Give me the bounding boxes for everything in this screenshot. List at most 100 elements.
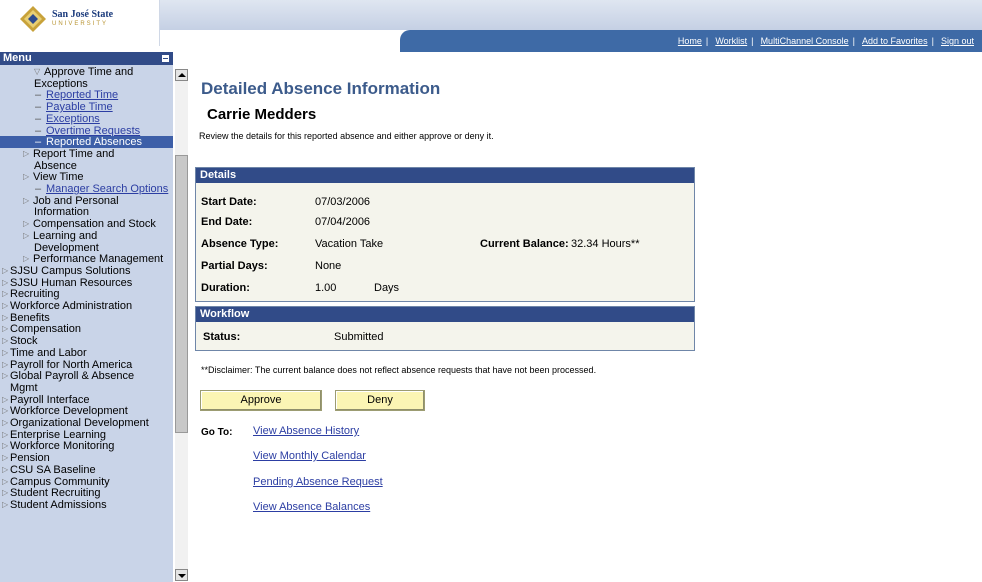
main-content: Detailed Absence Information Carrie Medd… bbox=[190, 52, 982, 582]
view-monthly-calendar-link[interactable]: View Monthly Calendar bbox=[253, 450, 366, 462]
collapsed-triangle-icon[interactable]: ▷ bbox=[2, 440, 8, 452]
scroll-down-arrow-icon[interactable] bbox=[175, 569, 188, 581]
collapsed-triangle-icon[interactable]: ▷ bbox=[2, 452, 8, 464]
sidebar-item: Information bbox=[0, 206, 173, 218]
sidebar-item[interactable]: ▷ Enterprise Learning bbox=[0, 429, 173, 441]
sidebar-item[interactable]: ▷ Stock bbox=[0, 335, 173, 347]
sidebar-item[interactable]: ▷ Recruiting bbox=[0, 288, 173, 300]
sidebar-item-label: Information bbox=[34, 206, 90, 219]
sidebar-item-label: Job and Personal bbox=[33, 194, 119, 207]
sidebar-item[interactable]: ▷ Learning and bbox=[0, 230, 173, 242]
sidebar-item[interactable]: ▷ Compensation bbox=[0, 323, 173, 335]
sidebar-item[interactable]: – Reported Absences bbox=[0, 136, 173, 148]
deny-button[interactable]: Deny bbox=[335, 390, 425, 411]
expanded-triangle-icon[interactable]: ▽ bbox=[34, 66, 40, 78]
details-heading: Details bbox=[196, 168, 694, 183]
collapsed-triangle-icon[interactable]: ▷ bbox=[2, 464, 8, 476]
university-logo[interactable]: San José State UNIVERSITY bbox=[0, 0, 160, 46]
sidebar-item[interactable]: ▷ Pension bbox=[0, 452, 173, 464]
sidebar-item[interactable]: ▷ Workforce Monitoring bbox=[0, 440, 173, 452]
sidebar-item[interactable]: ▷ Report Time and bbox=[0, 148, 173, 160]
collapsed-triangle-icon[interactable]: ▷ bbox=[2, 277, 8, 289]
sidebar-item[interactable]: ▷ Workforce Development bbox=[0, 405, 173, 417]
sidebar-item[interactable]: ▷ Organizational Development bbox=[0, 417, 173, 429]
sidebar-item[interactable]: ▷ SJSU Campus Solutions bbox=[0, 265, 173, 277]
sidebar-item[interactable]: ▷ Time and Labor bbox=[0, 347, 173, 359]
collapse-menu-icon[interactable] bbox=[161, 54, 170, 63]
sidebar-item[interactable]: ▷ Payroll Interface bbox=[0, 394, 173, 406]
sidebar-item[interactable]: ▷ SJSU Human Resources bbox=[0, 277, 173, 289]
collapsed-triangle-icon[interactable]: ▷ bbox=[2, 265, 8, 277]
collapsed-triangle-icon[interactable]: ▷ bbox=[2, 300, 8, 312]
bullet-dash: – bbox=[35, 183, 42, 195]
collapsed-triangle-icon[interactable]: ▷ bbox=[23, 253, 29, 265]
sidebar-item-label: Performance Management bbox=[33, 253, 164, 266]
sidebar-item[interactable]: – Payable Time bbox=[0, 101, 173, 113]
approve-button[interactable]: Approve bbox=[200, 390, 322, 411]
seal-icon bbox=[20, 6, 46, 32]
current-balance-label: Current Balance: bbox=[480, 238, 569, 250]
collapsed-triangle-icon[interactable]: ▷ bbox=[23, 148, 29, 160]
sidebar-item-label: Organizational Development bbox=[10, 417, 149, 429]
sidebar-item[interactable]: ▷ Payroll for North America bbox=[0, 359, 173, 371]
sidebar-item[interactable]: ▷ Campus Community bbox=[0, 476, 173, 488]
sidebar-item[interactable]: ▷ Workforce Administration bbox=[0, 300, 173, 312]
sidebar-item[interactable]: – Overtime Requests bbox=[0, 125, 173, 137]
nav-sign-out-link[interactable]: Sign out bbox=[937, 36, 978, 46]
collapsed-triangle-icon[interactable]: ▷ bbox=[2, 312, 8, 324]
bullet-dash: – bbox=[35, 136, 42, 149]
sidebar-item[interactable]: ▷ CSU SA Baseline bbox=[0, 464, 173, 476]
collapsed-triangle-icon[interactable]: ▷ bbox=[2, 335, 8, 347]
collapsed-triangle-icon[interactable]: ▷ bbox=[23, 195, 29, 207]
sidebar-item[interactable]: ▷ Student Admissions bbox=[0, 499, 173, 511]
collapsed-triangle-icon[interactable]: ▷ bbox=[2, 359, 8, 371]
sidebar-item[interactable]: – Reported Time bbox=[0, 89, 173, 101]
collapsed-triangle-icon[interactable]: ▷ bbox=[23, 230, 29, 242]
scroll-up-arrow-icon[interactable] bbox=[175, 69, 188, 81]
duration-value: 1.00 bbox=[315, 282, 337, 294]
sidebar-item[interactable]: ▷ View Time bbox=[0, 171, 173, 183]
sidebar: Menu ▽ Approve Time and Exceptions – Reporte… bbox=[0, 52, 190, 582]
sidebar-item-label: Time and Labor bbox=[10, 346, 87, 359]
sidebar-item[interactable]: ▽ Approve Time and bbox=[0, 66, 173, 78]
collapsed-triangle-icon[interactable]: ▷ bbox=[2, 347, 8, 359]
collapsed-triangle-icon[interactable]: ▷ bbox=[23, 218, 29, 230]
view-absence-balances-link[interactable]: View Absence Balances bbox=[253, 501, 370, 513]
collapsed-triangle-icon[interactable]: ▷ bbox=[23, 171, 29, 183]
sidebar-item-label: SJSU Campus Solutions bbox=[10, 264, 131, 277]
nav-worklist-link[interactable]: Worklist bbox=[711, 36, 751, 46]
sidebar-item[interactable]: ▷ Performance Management bbox=[0, 253, 173, 265]
collapsed-triangle-icon[interactable]: ▷ bbox=[2, 405, 8, 417]
sidebar-item[interactable]: – Manager Search Options bbox=[0, 183, 173, 195]
sidebar-item-label: Reported Time bbox=[46, 89, 119, 102]
pending-absence-request-link[interactable]: Pending Absence Request bbox=[253, 476, 383, 488]
collapsed-triangle-icon[interactable]: ▷ bbox=[2, 288, 8, 300]
nav-add-to-favorites-link[interactable]: Add to Favorites bbox=[858, 36, 932, 46]
view-absence-history-link[interactable]: View Absence History bbox=[253, 425, 359, 437]
sidebar-item[interactable]: ▷ Job and Personal bbox=[0, 195, 173, 207]
sidebar-item[interactable]: ▷ Compensation and Stock bbox=[0, 218, 173, 230]
collapsed-triangle-icon[interactable]: ▷ bbox=[2, 370, 8, 382]
nav-multichannel-console-link[interactable]: MultiChannel Console bbox=[757, 36, 853, 46]
partial-days-value: None bbox=[315, 260, 342, 272]
sidebar-item-label: Development bbox=[34, 241, 99, 254]
sidebar-item[interactable]: ▷ Benefits bbox=[0, 312, 173, 324]
bullet-dash: – bbox=[35, 124, 42, 137]
collapsed-triangle-icon[interactable]: ▷ bbox=[2, 476, 8, 488]
sidebar-scrollbar[interactable] bbox=[175, 69, 188, 581]
collapsed-triangle-icon[interactable]: ▷ bbox=[2, 499, 8, 511]
collapsed-triangle-icon[interactable]: ▷ bbox=[2, 394, 8, 406]
collapsed-triangle-icon[interactable]: ▷ bbox=[2, 429, 8, 441]
sidebar-item-label: Report Time and bbox=[33, 147, 115, 160]
collapsed-triangle-icon[interactable]: ▷ bbox=[2, 417, 8, 429]
sidebar-item[interactable]: – Exceptions bbox=[0, 113, 173, 125]
collapsed-triangle-icon[interactable]: ▷ bbox=[2, 487, 8, 499]
duration-label: Duration: bbox=[201, 282, 250, 294]
sidebar-item-label: Overtime Requests bbox=[46, 124, 141, 137]
scroll-thumb[interactable] bbox=[175, 155, 188, 433]
nav-home-link[interactable]: Home bbox=[674, 36, 706, 46]
sidebar-item: Absence bbox=[0, 160, 173, 172]
collapsed-triangle-icon[interactable]: ▷ bbox=[2, 323, 8, 335]
sidebar-item[interactable]: ▷ Global Payroll & Absence bbox=[0, 370, 173, 382]
sidebar-item[interactable]: ▷ Student Recruiting bbox=[0, 487, 173, 499]
